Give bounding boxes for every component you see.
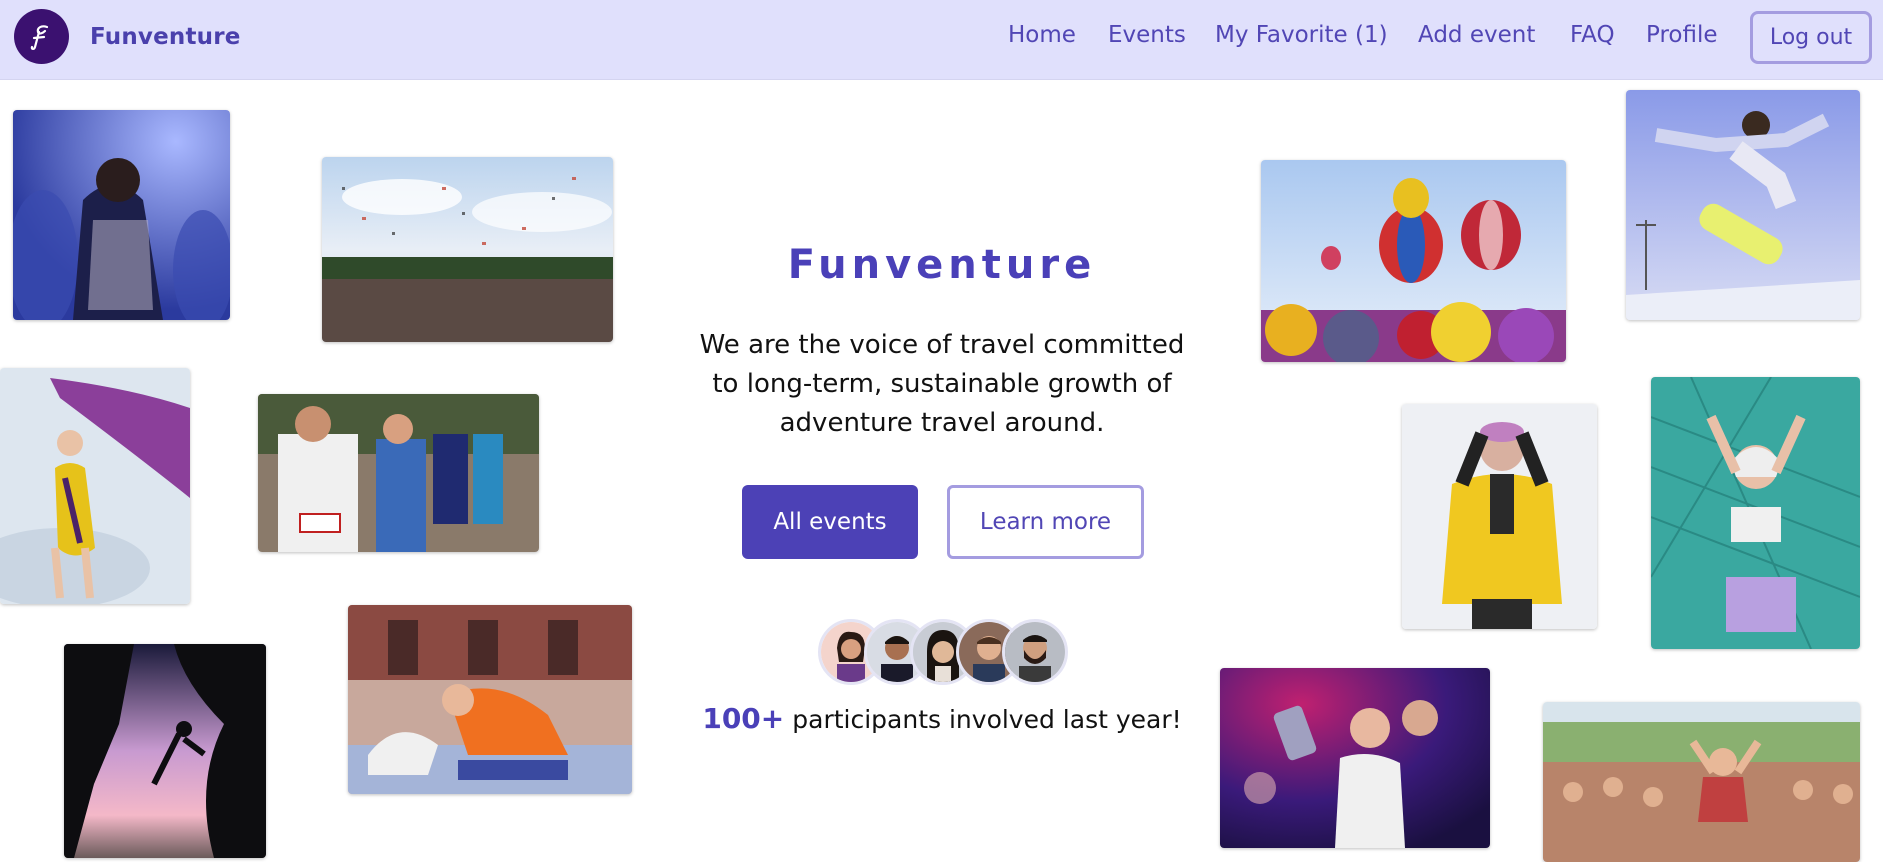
nav-link-events[interactable]: Events [1108,22,1186,48]
nav-link-faq[interactable]: FAQ [1570,22,1615,48]
hero-description: We are the voice of travel committed to … [699,330,1185,438]
avatar [1002,619,1068,685]
photo-party-selfie [1220,668,1490,848]
learn-more-button[interactable]: Learn more [947,485,1144,559]
funventure-logo-icon[interactable] [14,9,69,64]
participants-label: participants involved last year! [792,705,1182,734]
photo-dancer-silk [0,368,190,604]
nav-link-add-event[interactable]: Add event [1418,22,1535,48]
photo-festival-confetti [322,157,613,342]
logout-button[interactable]: Log out [1750,11,1872,64]
photo-party-crowd [13,110,230,320]
nav-link-my-favorite[interactable]: My Favorite (1) [1215,22,1388,48]
photo-girl-headscarf [1651,377,1860,649]
top-navbar: Funventure Home Events My Favorite (1) A… [0,0,1883,80]
hero-title: Funventure [787,242,1097,288]
photo-festival-crowd [1543,702,1860,862]
participant-avatars [818,619,1068,687]
participants-stat: 100+ participants involved last year! [700,702,1184,735]
photo-marathon-runners [258,394,539,552]
participants-count: 100+ [702,702,785,735]
nav-link-profile[interactable]: Profile [1646,22,1718,48]
photo-skateboarder [1626,90,1860,320]
photo-hot-air-balloons [1261,160,1566,362]
photo-rock-climber [64,644,266,858]
photo-snow-yellow-jacket [1402,404,1597,629]
brand-name[interactable]: Funventure [90,24,241,50]
photo-yoga-class [348,605,632,794]
all-events-button[interactable]: All events [742,485,918,559]
nav-link-home[interactable]: Home [1008,22,1076,48]
